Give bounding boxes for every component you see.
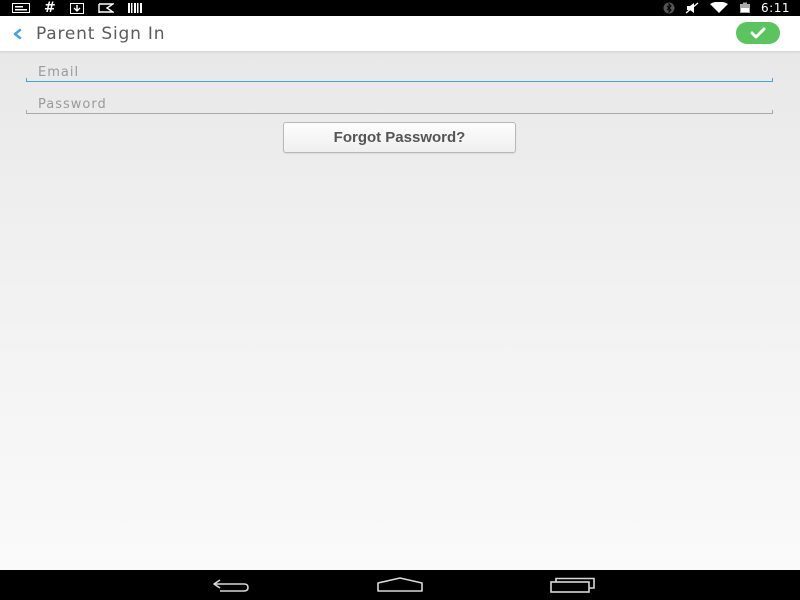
- email-field-underline: [26, 78, 773, 82]
- checkmark-icon: [749, 26, 767, 40]
- forgot-password-button[interactable]: Forgot Password?: [283, 122, 516, 153]
- navigation-bar: [0, 570, 800, 600]
- status-bar-notifications: #: [12, 0, 156, 16]
- nav-back-icon: [206, 577, 252, 593]
- bluetooth-icon: [663, 0, 675, 16]
- status-bar: # 6:11: [0, 0, 800, 16]
- status-time: 6:11: [761, 1, 790, 15]
- nav-back-button[interactable]: [199, 570, 259, 600]
- nav-recents-icon: [548, 577, 596, 593]
- password-field-container: [26, 94, 773, 114]
- flag-icon: [98, 0, 114, 16]
- confirm-button[interactable]: [736, 22, 780, 44]
- notification-message-icon: [12, 0, 30, 16]
- action-bar: Parent Sign In: [0, 16, 800, 52]
- page-title: Parent Sign In: [36, 23, 166, 44]
- nav-home-button[interactable]: [370, 570, 430, 600]
- email-field-container: [26, 62, 773, 82]
- password-field-underline: [26, 110, 773, 114]
- status-bar-system: 6:11: [663, 0, 790, 16]
- nav-recents-button[interactable]: [542, 570, 602, 600]
- screen: # 6:11 Parent Sign In Email Forgot Passw…: [0, 0, 800, 600]
- chevron-left-icon: [10, 27, 24, 41]
- download-icon: [69, 0, 84, 16]
- mute-icon: [685, 0, 699, 16]
- back-button[interactable]: Parent Sign In: [8, 16, 228, 51]
- nav-home-icon: [375, 577, 425, 593]
- barcode-icon: [127, 0, 142, 16]
- hash-icon: #: [44, 0, 56, 16]
- battery-icon: [739, 0, 751, 16]
- wifi-icon: [709, 0, 729, 16]
